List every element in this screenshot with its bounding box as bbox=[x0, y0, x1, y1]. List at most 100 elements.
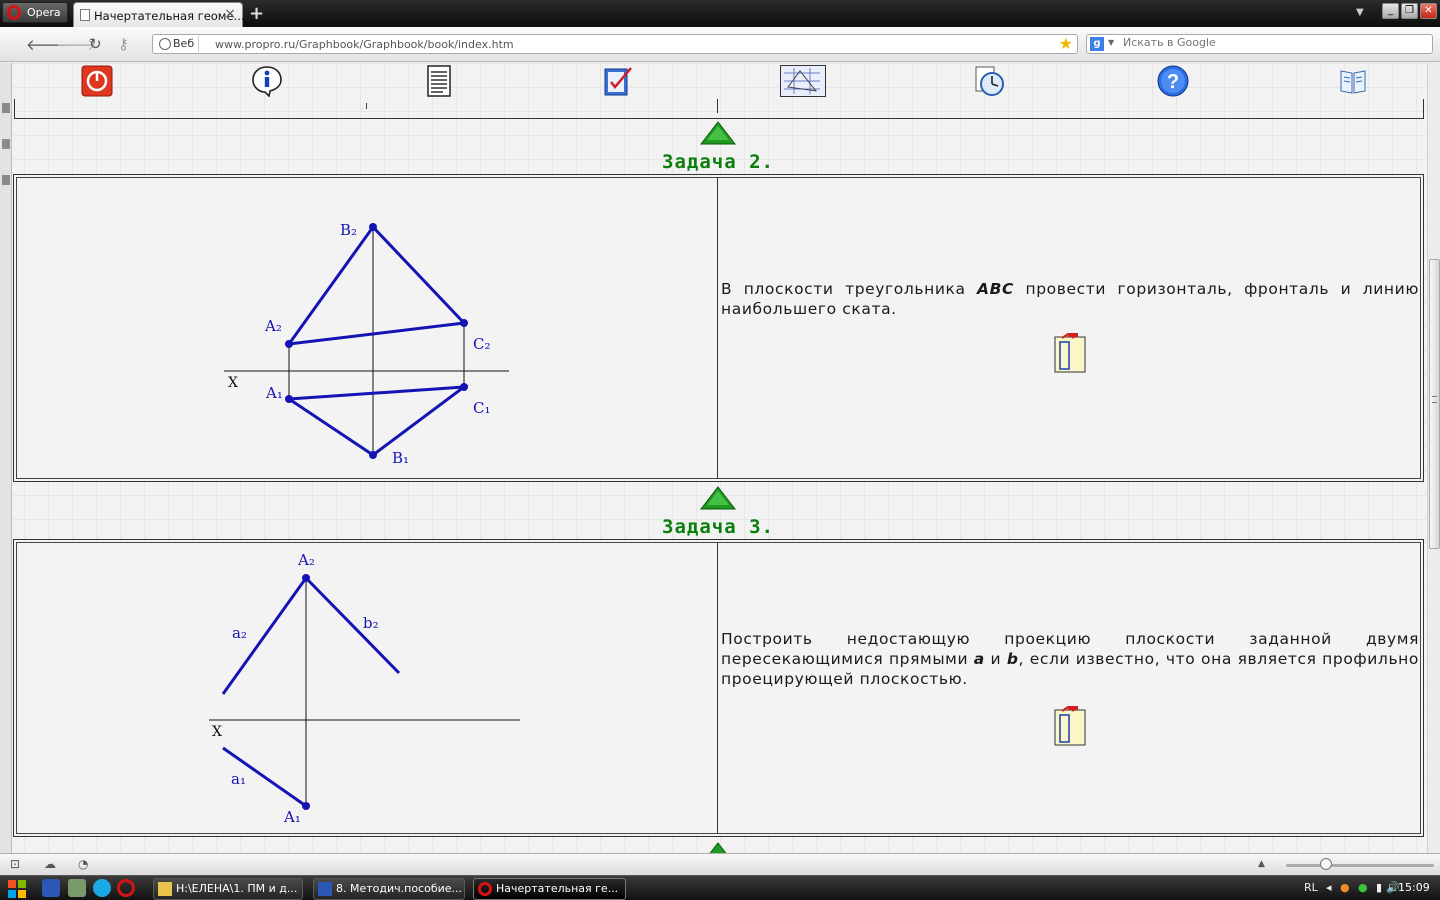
opera-icon bbox=[478, 882, 492, 896]
side-panel-bar[interactable] bbox=[0, 63, 12, 853]
network-icon[interactable]: ▮ bbox=[1376, 881, 1382, 894]
triangle-top-projection bbox=[284, 385, 469, 457]
opera-quicklaunch-icon[interactable] bbox=[117, 879, 135, 897]
previous-task-frame bbox=[14, 99, 1424, 119]
tab-list-chevron-icon[interactable]: ▼ bbox=[1356, 7, 1364, 18]
web-badge[interactable]: Веб bbox=[155, 36, 200, 52]
panel-toggle-icon[interactable]: ⊡ bbox=[10, 857, 20, 871]
taskbar-item-label: H:\ЕЛЕНА\1. ПМ и д... bbox=[176, 882, 298, 895]
windows-start-icon[interactable] bbox=[6, 878, 28, 900]
panel-toggle-icon[interactable] bbox=[2, 103, 10, 113]
key-icon[interactable]: ⚷ bbox=[118, 35, 129, 53]
tray-expand-icon[interactable]: ◂ bbox=[1326, 881, 1332, 894]
point-a2 bbox=[285, 340, 293, 348]
address-field[interactable]: Веб www.propro.ru/Graphbook/Graphbook/bo… bbox=[152, 34, 1078, 54]
label-c1: C₁ bbox=[473, 399, 491, 417]
label-a1: A₁ bbox=[283, 808, 301, 826]
clock-icon[interactable] bbox=[973, 65, 1005, 97]
scroll-up-arrow-icon[interactable] bbox=[700, 842, 736, 853]
label-b1: B₁ bbox=[392, 449, 409, 467]
browser-status-bar: ⊡ ☁ ◔ ▲ bbox=[0, 853, 1440, 875]
power-icon[interactable] bbox=[81, 65, 113, 97]
google-icon[interactable]: g bbox=[1090, 37, 1104, 51]
word-quicklaunch-icon[interactable] bbox=[42, 879, 60, 897]
task-2-title: Задача 2. bbox=[662, 151, 774, 173]
point-a2 bbox=[302, 574, 310, 582]
web-badge-label: Веб bbox=[173, 37, 195, 50]
notebook-icon[interactable] bbox=[1054, 706, 1086, 746]
label-x-axis: X bbox=[212, 724, 222, 740]
skype-icon[interactable] bbox=[93, 879, 111, 897]
label-line-b2: b₂ bbox=[363, 614, 379, 632]
point-a1 bbox=[302, 802, 310, 810]
taskbar-item-folder[interactable]: H:\ЕЛЕНА\1. ПМ и д... bbox=[153, 878, 303, 900]
taskbar-item-label: Начертательная ге... bbox=[496, 882, 619, 895]
task-2-epure-drawing: B₂ A₂ C₂ A₁ C₁ B₁ X bbox=[224, 221, 509, 467]
language-indicator[interactable]: RL bbox=[1304, 881, 1318, 894]
info-icon[interactable] bbox=[251, 65, 283, 97]
zoom-menu-icon[interactable]: ▲ bbox=[1258, 859, 1265, 869]
frame-divider bbox=[717, 177, 718, 479]
panel-toggle-icon[interactable] bbox=[2, 175, 10, 185]
system-clock: 15:09 bbox=[1398, 881, 1430, 894]
restore-button[interactable]: ❐ bbox=[1401, 3, 1418, 19]
task-3-text-part: и bbox=[984, 650, 1007, 668]
document-icon[interactable] bbox=[423, 65, 455, 97]
help-icon[interactable]: ? bbox=[1157, 65, 1189, 97]
label-c2: C₂ bbox=[473, 335, 491, 353]
triangle-front-projection bbox=[285, 224, 468, 346]
tray-check-icon[interactable]: ● bbox=[1358, 881, 1368, 894]
tab-close-icon[interactable]: × bbox=[224, 6, 236, 22]
taskbar-item-label: 8. Методич.пособие... bbox=[336, 882, 463, 895]
vertical-scrollbar[interactable] bbox=[1427, 63, 1440, 853]
taskbar-item-opera[interactable]: Начертательная ге... bbox=[473, 878, 626, 900]
book-icon[interactable] bbox=[1337, 65, 1369, 97]
label-b2: B₂ bbox=[340, 221, 357, 239]
task-3-epure-drawing: A₂ a₂ b₂ a₁ A₁ X bbox=[209, 551, 520, 826]
navigation-bar: 🡐 🡒 ↻ ⚷ Веб www.propro.ru/Graphbook/Grap… bbox=[0, 27, 1440, 62]
search-box[interactable]: g ▼ bbox=[1086, 34, 1433, 54]
windows-taskbar: H:\ЕЛЕНА\1. ПМ и д... 8. Методич.пособие… bbox=[0, 875, 1440, 900]
opera-menu-button[interactable]: Opera bbox=[2, 2, 68, 23]
checklist-icon[interactable] bbox=[603, 65, 635, 97]
search-input[interactable] bbox=[1123, 36, 1423, 49]
zoom-slider-track[interactable] bbox=[1286, 864, 1434, 867]
app-quicklaunch-icon[interactable] bbox=[68, 879, 86, 897]
browser-tab-bar: Opera Начертательная геоме... × + ▼ _ ❐ … bbox=[0, 0, 1440, 27]
scrollbar-thumb[interactable] bbox=[1429, 259, 1440, 549]
globe-icon bbox=[159, 38, 171, 50]
scroll-up-arrow-icon[interactable] bbox=[700, 121, 736, 145]
scrollbar-grip-icon bbox=[1432, 396, 1437, 403]
search-engine-dropdown-icon[interactable]: ▼ bbox=[1108, 38, 1114, 47]
close-window-button[interactable]: ✕ bbox=[1420, 3, 1437, 19]
reload-icon[interactable]: ↻ bbox=[89, 35, 102, 53]
panel-toggle-icon[interactable] bbox=[2, 139, 10, 149]
line-b2 bbox=[304, 576, 401, 675]
point-a1 bbox=[285, 395, 293, 403]
task-3-frame: A₂ a₂ b₂ a₁ A₁ X Построить недостающую п… bbox=[13, 539, 1424, 837]
new-tab-button[interactable]: + bbox=[249, 3, 264, 24]
label-x-axis: X bbox=[228, 375, 238, 391]
opera-unite-cloud-icon[interactable]: ☁ bbox=[44, 857, 56, 871]
bookmark-star-icon[interactable]: ★ bbox=[1059, 34, 1073, 53]
speedometer-icon[interactable]: ◔ bbox=[78, 857, 88, 871]
label-a2: A₂ bbox=[297, 551, 315, 569]
point-b1 bbox=[369, 451, 377, 459]
drawing-thumbnail-icon[interactable] bbox=[780, 65, 826, 97]
zoom-slider-handle[interactable] bbox=[1320, 858, 1332, 870]
tab-active[interactable]: Начертательная геоме... × bbox=[73, 2, 245, 27]
word-icon bbox=[318, 882, 332, 896]
page-icon bbox=[80, 9, 90, 21]
notebook-icon[interactable] bbox=[1054, 333, 1086, 373]
taskbar-item-word[interactable]: 8. Методич.пособие... bbox=[313, 878, 465, 900]
scroll-up-arrow-icon[interactable] bbox=[700, 486, 736, 510]
url-text[interactable]: www.propro.ru/Graphbook/Graphbook/book/i… bbox=[215, 38, 514, 51]
tray-app-icon[interactable]: ● bbox=[1340, 881, 1350, 894]
frame-divider bbox=[717, 99, 718, 113]
page-content: ? Задача 2. B₂ A₂ C₂ A₁ C₁ B₁ X В плоско… bbox=[0, 63, 1440, 853]
minimize-button[interactable]: _ bbox=[1382, 3, 1399, 19]
opera-logo-icon bbox=[7, 5, 21, 20]
task-3-line-b-name: b bbox=[1006, 650, 1019, 668]
task-3-title: Задача 3. bbox=[662, 516, 774, 538]
point-b2 bbox=[369, 223, 377, 231]
